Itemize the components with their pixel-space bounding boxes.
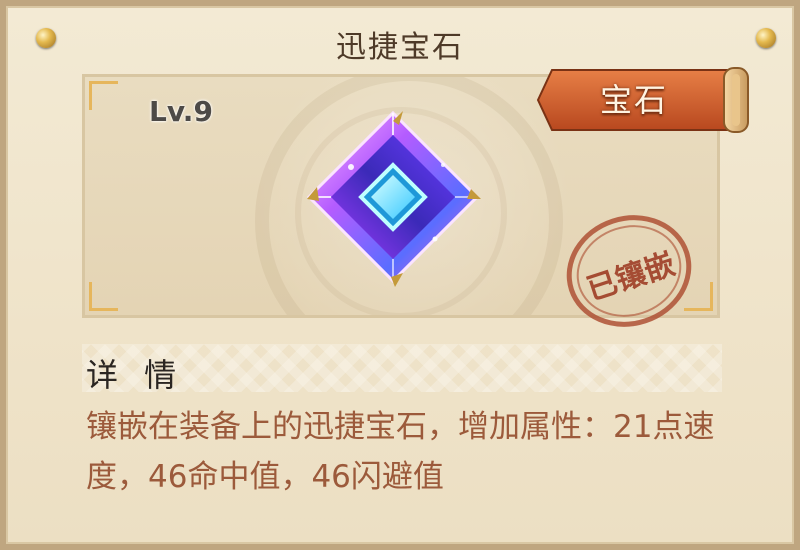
item-level: Lv.9 — [149, 95, 213, 128]
gem-icon — [306, 110, 481, 287]
item-title: 迅捷宝石 — [336, 30, 464, 65]
item-description: 镶嵌在装备上的迅捷宝石，增加属性：21点速度，46命中值，46闪避值 — [86, 409, 715, 495]
details-heading: 详 情 — [86, 356, 185, 394]
item-detail-panel: 迅捷宝石 Lv.9 宝石 已镶嵌 详 情 镶嵌在装备上的迅捷宝石，增加属性：21… — [0, 0, 800, 550]
corner-ornament — [89, 282, 118, 311]
category-label: 宝石 — [599, 81, 668, 119]
corner-ornament — [89, 81, 118, 110]
